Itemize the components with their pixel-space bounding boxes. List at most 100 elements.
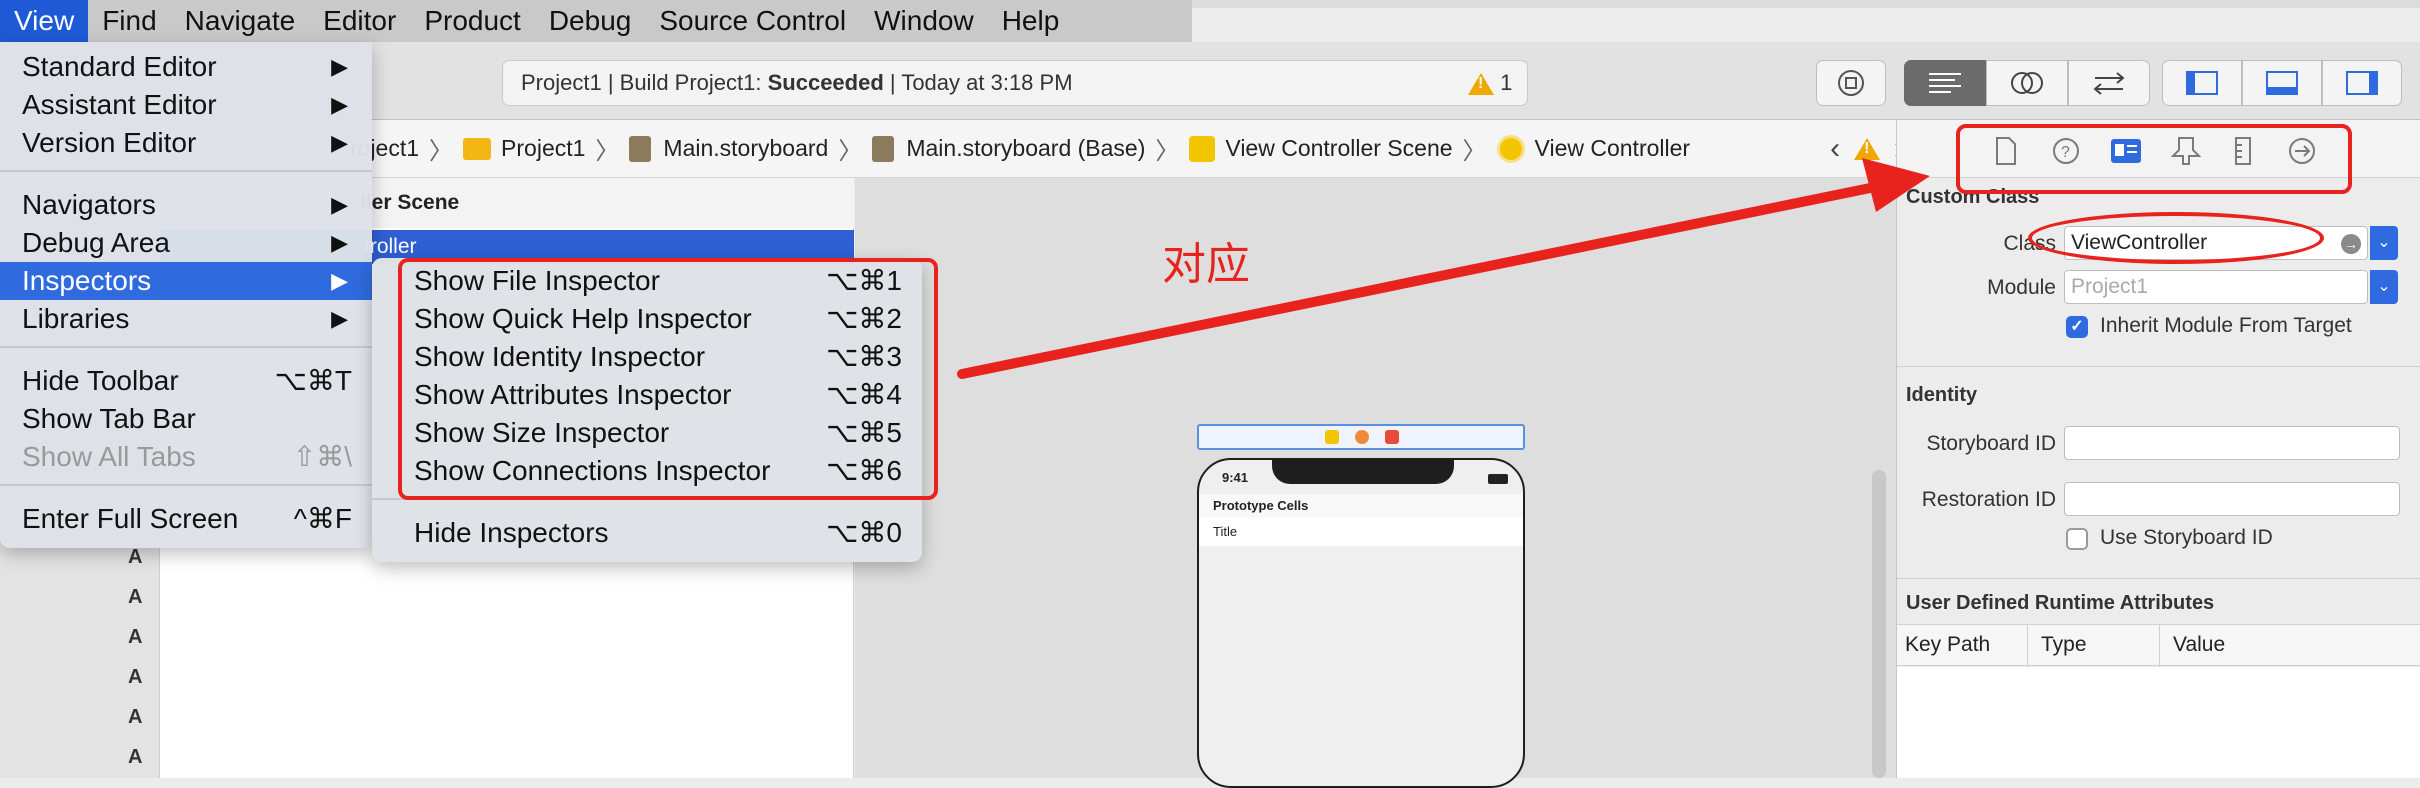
annotation-ellipse-class: [2028, 212, 2324, 264]
warning-badge[interactable]: 1: [1468, 70, 1512, 96]
warning-icon: [1854, 137, 1881, 160]
toggle-inspector-button[interactable]: [2322, 60, 2402, 106]
menu-item-label: Hide Inspectors: [414, 517, 609, 548]
warning-icon: [1468, 73, 1494, 96]
runtime-attributes-heading: User Defined Runtime Attributes: [1906, 592, 2215, 614]
canvas-scrollbar[interactable]: [1872, 470, 1886, 778]
menu-editor[interactable]: Editor: [309, 0, 410, 42]
menu-view[interactable]: View: [0, 0, 89, 42]
prototype-cell-title[interactable]: Title: [1199, 518, 1523, 546]
chevron-left-icon: ‹: [1830, 131, 1841, 165]
menu-find[interactable]: Find: [88, 0, 170, 42]
crumb-label: Project1: [501, 135, 586, 161]
menu-item-label: Enter Full Screen: [22, 503, 239, 534]
menu-item-navigators[interactable]: Navigators ▶: [0, 186, 372, 224]
crumb-label: Main.storyboard: [663, 135, 829, 161]
storyboard-icon: [872, 135, 895, 162]
toggle-debug-area-button[interactable]: [2242, 60, 2322, 106]
submenu-arrow-icon: ▶: [331, 268, 348, 293]
storyboard-id-field[interactable]: [2064, 426, 2400, 460]
chevron-right-icon: 〉: [1155, 138, 1180, 165]
stop-button[interactable]: [1816, 60, 1886, 106]
menu-item-label: Show All Tabs: [22, 441, 196, 472]
go-to-class-icon[interactable]: →: [2341, 234, 2361, 254]
module-placeholder: Project1: [2071, 275, 2149, 298]
status-suffix: | Today at 3:18 PM: [883, 70, 1073, 95]
menu-item-version-editor[interactable]: Version Editor ▶: [0, 124, 372, 162]
chevron-right-icon: 〉: [838, 138, 863, 165]
view-controller-icon: [1496, 134, 1525, 163]
class-dropdown-button[interactable]: ⌄: [2370, 226, 2398, 260]
menu-item-label: Hide Toolbar: [22, 365, 179, 396]
version-editor-button[interactable]: [2068, 60, 2150, 106]
menu-navigate[interactable]: Navigate: [171, 0, 310, 42]
use-storyboard-id-checkbox[interactable]: [2066, 528, 2088, 550]
module-label: Module: [1987, 276, 2056, 299]
menu-item-libraries[interactable]: Libraries ▶: [0, 300, 372, 338]
crumb-label: Main.storyboard (Base): [906, 135, 1146, 161]
chevron-down-icon: ⌄: [2377, 234, 2391, 251]
warning-count: 1: [1500, 70, 1513, 95]
chevron-down-icon: ⌄: [2377, 278, 2391, 295]
menu-item-hide-inspectors[interactable]: Hide Inspectors ⌥⌘0: [372, 514, 922, 552]
assistant-editor-button[interactable]: [1986, 60, 2068, 106]
battery-icon: [1488, 474, 1508, 484]
menu-item-label: Navigators: [22, 189, 156, 220]
annotation-box-inspector-tabs: [1956, 124, 2352, 194]
module-dropdown-button[interactable]: ⌄: [2370, 270, 2398, 304]
menu-item-label: Standard Editor: [22, 51, 217, 82]
gutter-letter: A: [128, 626, 143, 648]
column-key-path[interactable]: Key Path: [1905, 633, 1990, 657]
restoration-id-label: Restoration ID: [1921, 488, 2056, 511]
crumb-view-controller[interactable]: View Controller: [1496, 134, 1690, 163]
phone-status-time: 9:41: [1222, 470, 1249, 485]
menu-item-show-tab-bar[interactable]: Show Tab Bar: [0, 400, 372, 438]
menu-window[interactable]: Window: [860, 0, 988, 42]
submenu-arrow-icon: ▶: [331, 92, 348, 117]
menu-item-inspectors[interactable]: Inspectors ▶: [0, 262, 372, 300]
status-prefix: Project1 | Build Project1:: [521, 70, 768, 95]
menu-item-label: Show Tab Bar: [22, 403, 196, 434]
first-responder-dock-icon[interactable]: [1355, 430, 1369, 444]
menu-item-assistant-editor[interactable]: Assistant Editor ▶: [0, 86, 372, 124]
activity-status: Project1 | Build Project1: Succeeded | T…: [502, 60, 1528, 106]
crumb-scene[interactable]: View Controller Scene 〉: [1189, 131, 1496, 166]
menu-product[interactable]: Product: [410, 0, 535, 42]
crumb-storyboard-base[interactable]: Main.storyboard (Base) 〉: [872, 131, 1189, 166]
storyboard-id-label: Storyboard ID: [1926, 432, 2056, 455]
exit-dock-icon[interactable]: [1385, 430, 1399, 444]
annotation-box-inspectors: [398, 258, 938, 500]
folder-icon: [463, 137, 492, 160]
issue-indicator[interactable]: [1854, 137, 1881, 160]
venn-icon: [2011, 72, 2043, 94]
menu-item-enter-full-screen[interactable]: Enter Full Screen ^⌘F: [0, 500, 372, 538]
view-controller-dock-icon[interactable]: [1325, 430, 1339, 444]
column-value[interactable]: Value: [2173, 633, 2225, 657]
menu-item-standard-editor[interactable]: Standard Editor ▶: [0, 48, 372, 86]
runtime-attributes-table-body[interactable]: [1897, 667, 2420, 778]
menu-item-debug-area[interactable]: Debug Area ▶: [0, 224, 372, 262]
inherit-module-checkbox[interactable]: ✓: [2066, 316, 2088, 338]
column-type[interactable]: Type: [2041, 633, 2087, 657]
menu-source-control[interactable]: Source Control: [645, 0, 860, 42]
crumb-group[interactable]: Project1 〉: [463, 131, 629, 166]
menu-item-hide-toolbar[interactable]: Hide Toolbar ⌥⌘T: [0, 362, 372, 400]
prototype-cells-header: Prototype Cells: [1199, 494, 1523, 518]
standard-editor-button[interactable]: [1904, 60, 1986, 106]
toggle-navigator-button[interactable]: [2162, 60, 2242, 106]
previous-issue-button[interactable]: ‹: [1830, 132, 1840, 166]
submenu-arrow-icon: ▶: [331, 54, 348, 79]
gutter-letter: A: [128, 666, 143, 688]
module-field[interactable]: Project1: [2064, 270, 2368, 304]
crumb-storyboard[interactable]: Main.storyboard 〉: [629, 131, 872, 166]
menu-shortcut: ⌥⌘T: [274, 365, 352, 396]
restoration-id-field[interactable]: [2064, 482, 2400, 516]
menu-help[interactable]: Help: [988, 0, 1074, 42]
gutter-letter: A: [128, 746, 143, 768]
scene-dock[interactable]: [1197, 424, 1525, 450]
bottom-panel-icon: [2266, 71, 2298, 95]
menu-debug[interactable]: Debug: [535, 0, 646, 42]
gutter-letter: A: [128, 706, 143, 728]
menu-item-label: Version Editor: [22, 127, 197, 158]
jump-bar: roject1 〉 Project1 〉 Main.storyboard 〉 Main…: [160, 120, 1904, 178]
